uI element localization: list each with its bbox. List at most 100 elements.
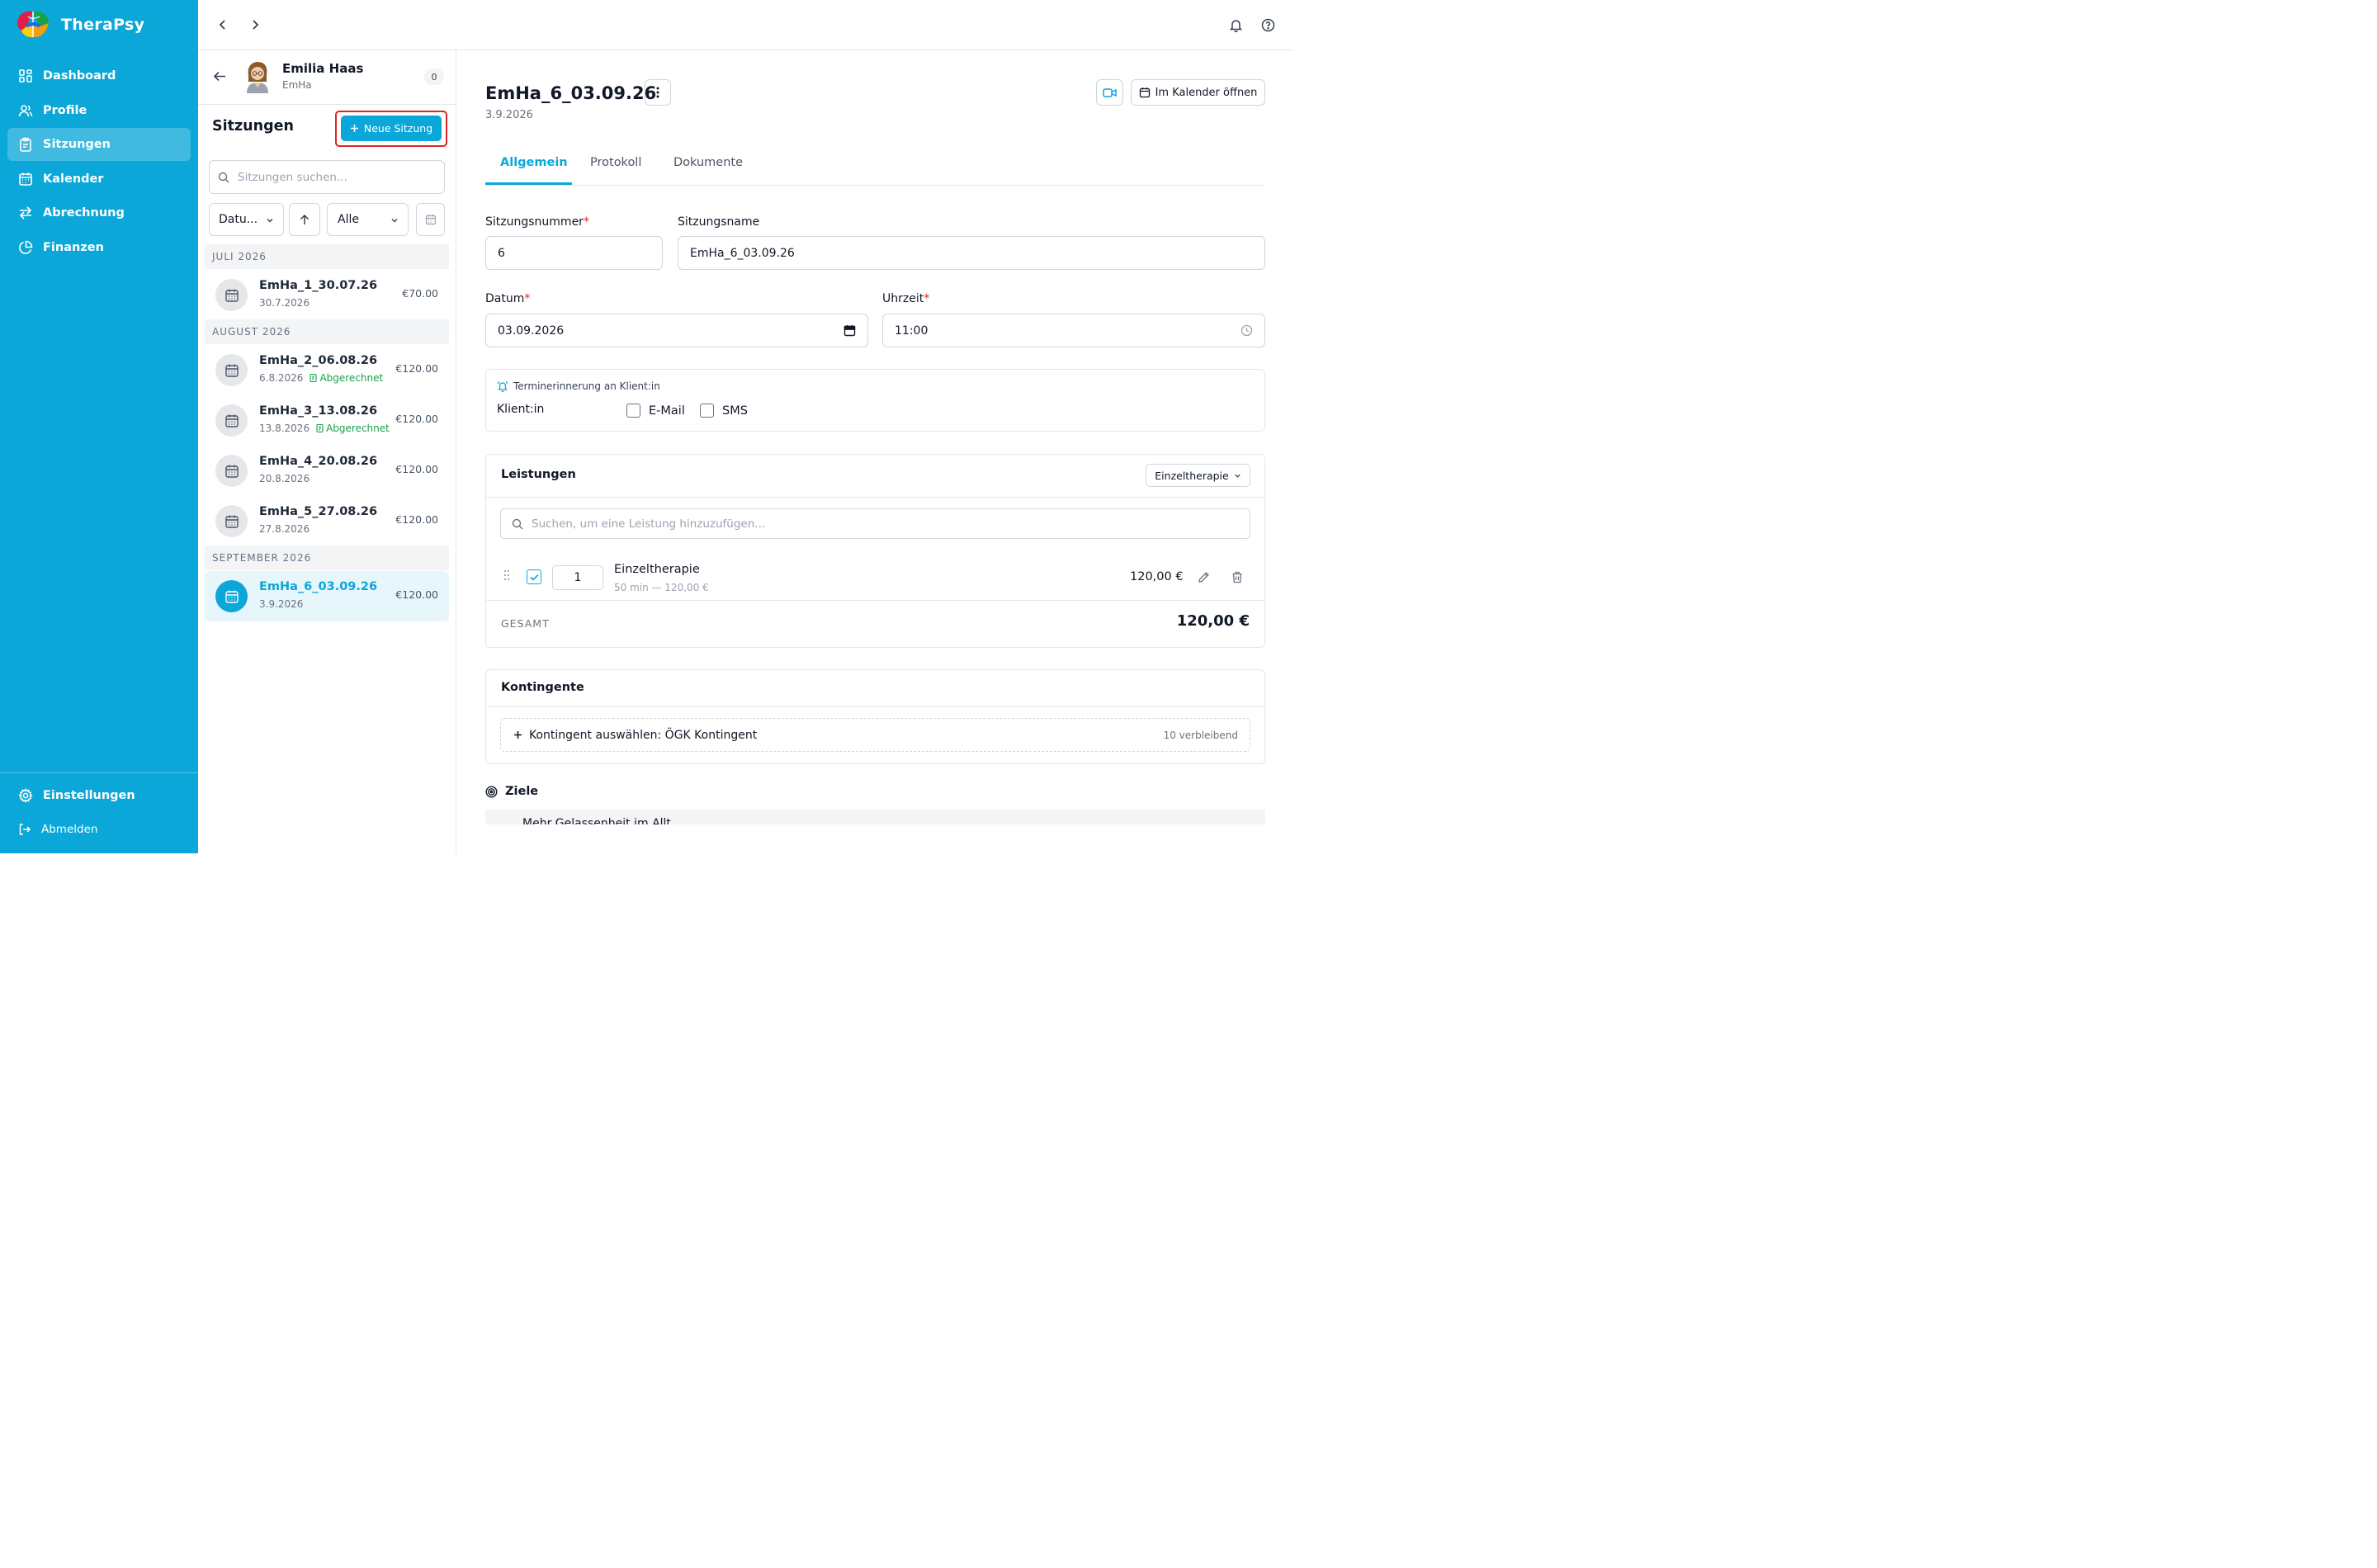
- brain-logo-icon: [17, 11, 49, 38]
- sidebar-item-dashboard[interactable]: Dashboard: [7, 59, 191, 92]
- group-header: JULI 2026: [205, 244, 449, 269]
- session-number-label-text: Sitzungsnummer: [485, 215, 584, 229]
- top-bar: [198, 0, 1294, 50]
- client-header: Emilia Haas EmHa 0: [198, 50, 456, 105]
- session-name: EmHa_1_30.07.26: [259, 279, 378, 292]
- sidebar-item-abrechnung[interactable]: Abrechnung: [7, 196, 191, 229]
- sidebar-item-label: Profile: [43, 103, 87, 117]
- help-circle-icon: [1261, 18, 1274, 31]
- nav-back-button[interactable]: [215, 17, 231, 33]
- sidebar-item-profile[interactable]: Profile: [7, 94, 191, 127]
- calendar-icon: [425, 215, 436, 225]
- session-date: 20.8.2026: [259, 473, 310, 484]
- divider: [486, 706, 1264, 707]
- reminder-box: Terminerinnerung an Klient:in Klient:in …: [485, 369, 1265, 432]
- clipboard-icon: [20, 137, 31, 152]
- tab-dokumente[interactable]: Dokumente: [673, 156, 743, 169]
- back-button[interactable]: [213, 69, 227, 87]
- service-type-select[interactable]: Einzeltherapie: [1146, 464, 1250, 487]
- logout-link[interactable]: Abmelden: [18, 823, 97, 836]
- session-item[interactable]: EmHa_5_27.08.26 27.8.2026 €120.00: [205, 496, 449, 546]
- chevron-down-icon: [267, 219, 273, 223]
- session-number-field[interactable]: 6: [485, 236, 663, 270]
- open-in-calendar-button[interactable]: Im Kalender öffnen: [1131, 79, 1265, 106]
- sidebar-item-label: Sitzungen: [43, 138, 111, 151]
- sidebar: TheraPsy Dashboard Profile Sitzungen Kal…: [0, 0, 198, 853]
- session-date-row: 30.7.2026: [259, 297, 310, 309]
- users-icon: [18, 104, 33, 116]
- session-date-row: 27.8.2026: [259, 523, 310, 535]
- goal-item-label: Mehr Gelassenheit im Allt: [522, 817, 671, 824]
- calendar-picker-icon[interactable]: [844, 324, 856, 337]
- session-item[interactable]: EmHa_2_06.08.26 6.8.2026 Abgerechnet €12…: [205, 345, 449, 395]
- service-meta: 50 min — 120,00 €: [614, 582, 709, 593]
- status-filter-select[interactable]: Alle: [327, 203, 409, 236]
- total-value: 120,00 €: [1176, 612, 1250, 630]
- sessions-search-input[interactable]: Sitzungen suchen...: [209, 160, 445, 194]
- sidebar-item-kalender[interactable]: Kalender: [7, 163, 191, 196]
- drag-handle-icon[interactable]: [503, 569, 510, 581]
- email-reminder-checkbox[interactable]: E-Mail: [626, 404, 685, 418]
- client-short: EmHa: [282, 79, 312, 91]
- date-label: Datum*: [485, 292, 530, 305]
- notifications-button[interactable]: [1227, 17, 1244, 33]
- kebab-menu-icon: [656, 87, 659, 98]
- sort-select[interactable]: Datu...: [209, 203, 284, 236]
- session-price: €70.00: [402, 287, 438, 300]
- more-options-button[interactable]: [645, 79, 671, 106]
- sidebar-item-label: Abrechnung: [43, 206, 125, 220]
- status-label: Abgerechnet: [326, 423, 390, 434]
- session-item[interactable]: EmHa_1_30.07.26 30.7.2026 €70.00: [205, 270, 449, 320]
- search-icon: [512, 518, 523, 529]
- service-checkbox[interactable]: [527, 569, 541, 584]
- session-price: €120.00: [395, 588, 438, 601]
- quantity-field[interactable]: 1: [552, 565, 603, 590]
- date-field[interactable]: 03.09.2026: [485, 314, 868, 347]
- sms-reminder-checkbox[interactable]: SMS: [700, 404, 748, 418]
- status-filter-value: Alle: [338, 213, 359, 226]
- nav-forward-button[interactable]: [247, 17, 263, 33]
- tab-protokoll[interactable]: Protokoll: [590, 156, 641, 169]
- help-button[interactable]: [1259, 17, 1276, 33]
- new-session-button[interactable]: Neue Sitzung: [341, 116, 442, 141]
- session-item[interactable]: EmHa_4_20.08.26 20.8.2026 €120.00: [205, 446, 449, 496]
- session-name: EmHa_5_27.08.26: [259, 505, 378, 518]
- date-filter-button[interactable]: [416, 203, 445, 236]
- select-quota-button[interactable]: Kontingent auswählen: ÖGK Kontingent 10 …: [500, 718, 1250, 752]
- session-item[interactable]: EmHa_3_13.08.26 13.8.2026 Abgerechnet €1…: [205, 395, 449, 446]
- service-search-placeholder: Suchen, um eine Leistung hinzuzufügen...: [532, 517, 766, 531]
- services-card: Leistungen Einzeltherapie Suchen, um ein…: [485, 454, 1265, 648]
- time-field[interactable]: 11:00: [882, 314, 1265, 347]
- session-name: EmHa_4_20.08.26: [259, 455, 378, 468]
- video-call-button[interactable]: [1096, 79, 1123, 106]
- quota-remaining: 10 verbleibend: [1163, 730, 1238, 741]
- session-number-value: 6: [498, 246, 505, 260]
- goal-item[interactable]: Mehr Gelassenheit im Allt: [485, 810, 1265, 824]
- session-price: €120.00: [395, 413, 438, 425]
- trash-icon[interactable]: [1231, 571, 1243, 583]
- sidebar-nav: Dashboard Profile Sitzungen Kalender Abr…: [7, 59, 191, 265]
- calendar-icon: [1139, 87, 1150, 98]
- arrow-up-icon: [300, 214, 310, 224]
- email-reminder-label: E-Mail: [649, 404, 685, 418]
- pie-chart-icon: [19, 240, 33, 254]
- sort-direction-button[interactable]: [289, 203, 320, 236]
- service-row: 1 Einzeltherapie 50 min — 120,00 € 120,0…: [486, 550, 1264, 601]
- service-search-input[interactable]: Suchen, um eine Leistung hinzuzufügen...: [500, 508, 1250, 539]
- pencil-icon[interactable]: [1198, 571, 1210, 583]
- session-name-field[interactable]: EmHa_6_03.09.26: [678, 236, 1265, 270]
- chevron-down-icon: [1235, 474, 1240, 478]
- bell-ring-icon: [497, 381, 508, 392]
- sidebar-item-finanzen[interactable]: Finanzen: [7, 231, 191, 264]
- settings-link[interactable]: Einstellungen: [18, 788, 135, 803]
- tab-allgemein[interactable]: Allgemein: [500, 156, 568, 169]
- session-name-label: Sitzungsname: [678, 215, 760, 229]
- session-item-active[interactable]: EmHa_6_03.09.26 3.9.2026 €120.00: [205, 571, 449, 621]
- app-logo[interactable]: TheraPsy: [15, 8, 144, 41]
- required-marker: *: [924, 292, 930, 305]
- date-label-text: Datum: [485, 292, 525, 305]
- sidebar-item-sitzungen[interactable]: Sitzungen: [7, 128, 191, 161]
- session-name: EmHa_3_13.08.26: [259, 404, 378, 418]
- session-date-row: 13.8.2026 Abgerechnet: [259, 423, 390, 434]
- time-value: 11:00: [895, 324, 929, 338]
